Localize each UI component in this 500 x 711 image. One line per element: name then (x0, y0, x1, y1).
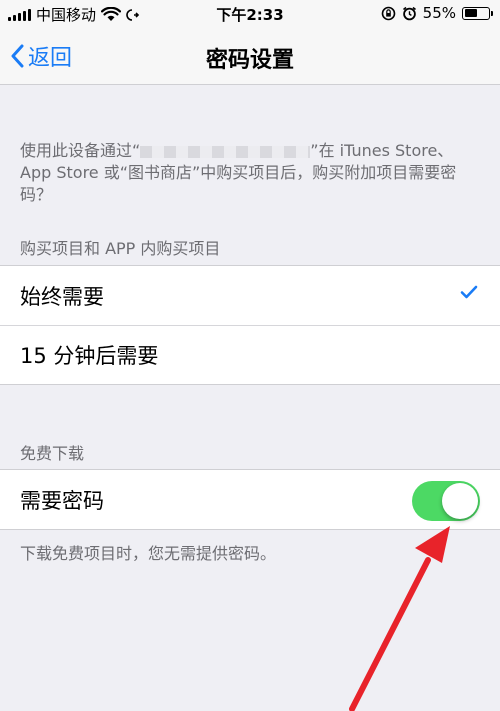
annotation-arrow (349, 526, 450, 711)
